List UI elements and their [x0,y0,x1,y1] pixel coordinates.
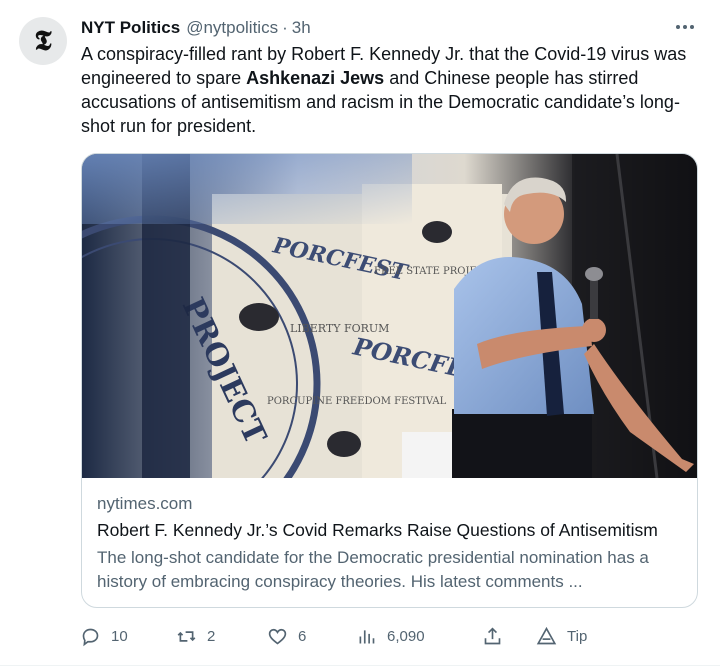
more-options-button[interactable] [672,16,698,38]
card-description: The long-shot candidate for the Democrat… [97,548,649,591]
author-name[interactable]: NYT Politics [81,18,180,38]
tweet-actions: 10 2 6 6,090 Tip [80,622,600,650]
share-button[interactable] [482,622,503,650]
card-domain: nytimes.com [97,494,193,513]
like-count: 6 [298,627,307,645]
retweet-count: 2 [207,627,216,645]
porcupine-festival-sign: PORCUPINE FREEDOM FESTIVAL [267,396,447,407]
heart-icon [268,628,287,645]
author-handle[interactable]: @nytpolitics [186,18,278,38]
tweet-text: A conspiracy-filled rant by Robert F. Ke… [81,44,687,136]
tip-label: Tip [567,627,588,645]
link-card[interactable]: PROJECT PORCFEST PORCFEST LIBERTY FORUM … [81,153,698,608]
tweet-header: NYT Politics @nytpolitics · 3h [81,17,311,39]
retweet-icon [177,630,196,642]
reply-button[interactable]: 10 [80,622,128,650]
avatar[interactable]: 𝕿 [19,17,67,65]
tweet-text-bold: Ashkenazi Jews [246,68,385,88]
like-button[interactable]: 6 [267,622,306,650]
liberty-forum-sign: LIBERTY FORUM [290,322,389,335]
retweet-button[interactable]: 2 [176,622,215,650]
tweet-timestamp[interactable]: 3h [292,18,311,38]
tip-button[interactable]: Tip [536,622,587,650]
view-count: 6,090 [387,627,425,645]
nyt-logo-icon: 𝕿 [34,24,52,57]
views-button[interactable]: 6,090 [356,622,425,650]
reply-count: 10 [111,627,128,645]
card-title[interactable]: Robert F. Kennedy Jr.’s Covid Remarks Ra… [97,520,692,541]
separator-dot: · [282,18,288,37]
analytics-icon [359,629,375,643]
more-dots-icon [676,25,680,29]
card-image[interactable]: PROJECT PORCFEST PORCFEST LIBERTY FORUM … [82,154,697,478]
reply-icon [82,628,99,646]
tweet[interactable]: 𝕿 NYT Politics @nytpolitics · 3h A consp… [0,0,720,666]
share-icon [484,626,501,644]
tip-icon [536,626,557,644]
